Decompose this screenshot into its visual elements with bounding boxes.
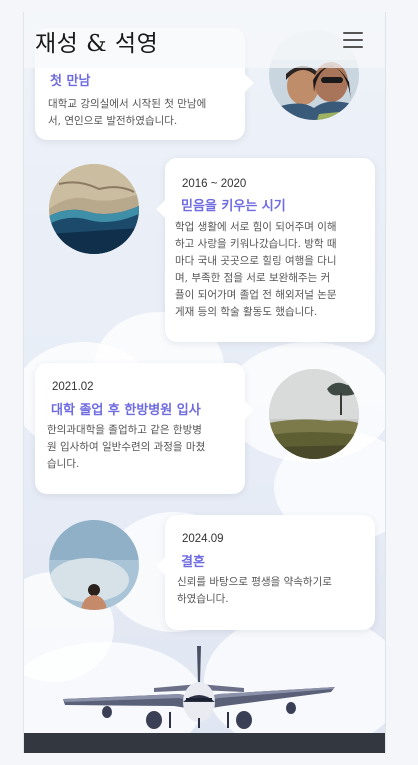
event-date: 2016 ~ 2020 bbox=[182, 178, 247, 190]
airplane-illustration bbox=[63, 646, 335, 729]
timeline-card-wedding: 2024.09 결혼 신뢰를 바탕으로 평생을 약속하기로 하였습니다. bbox=[156, 515, 375, 630]
event-description: 대학교 강의실에서 시작된 첫 만남에 서, 연인으로 발전하였습니다. bbox=[48, 98, 207, 127]
timeline-card-trust: 2016 ~ 2020 믿음을 키우는 시기 학업 생활에 서로 힘이 되어주며… bbox=[156, 158, 375, 342]
timeline-card-hospital: 2021.02 대학 졸업 후 한방병원 입사 한의과대학을 졸업하고 같은 한… bbox=[35, 363, 254, 494]
event-description: 신뢰를 바탕으로 평생을 약속하기로 하였습니다. bbox=[177, 576, 332, 605]
site-header: 재성 & 석영 bbox=[24, 12, 385, 68]
event-title: 첫 만남 bbox=[50, 74, 91, 89]
event-description: 한의과대학을 졸업하고 같은 한방병 원 입사하여 일반수련의 과정을 마쳤 습… bbox=[47, 424, 206, 470]
footer-bar bbox=[24, 733, 385, 753]
brand-title[interactable]: 재성 & 석영 bbox=[35, 24, 158, 58]
sky-back-view-photo bbox=[49, 520, 139, 610]
event-date: 2024.09 bbox=[182, 533, 224, 545]
coastal-aerial-photo bbox=[49, 164, 139, 254]
event-description: 학업 생활에 서로 힘이 되어주며 이해 하고 사랑을 키워나갔습니다. 방학 … bbox=[175, 221, 337, 318]
event-title: 대학 졸업 후 한방병원 입사 bbox=[51, 403, 201, 418]
hamburger-menu-icon[interactable] bbox=[343, 32, 363, 48]
event-title: 믿음을 키우는 시기 bbox=[181, 199, 286, 214]
misty-field-photo bbox=[269, 369, 359, 459]
event-date: 2021.02 bbox=[52, 381, 94, 393]
page-frame: 재성 & 석영 첫 만남 대학교 강의실에서 시작된 첫 만남에 서, 연인으로… bbox=[23, 12, 386, 753]
event-title: 결혼 bbox=[181, 555, 205, 570]
